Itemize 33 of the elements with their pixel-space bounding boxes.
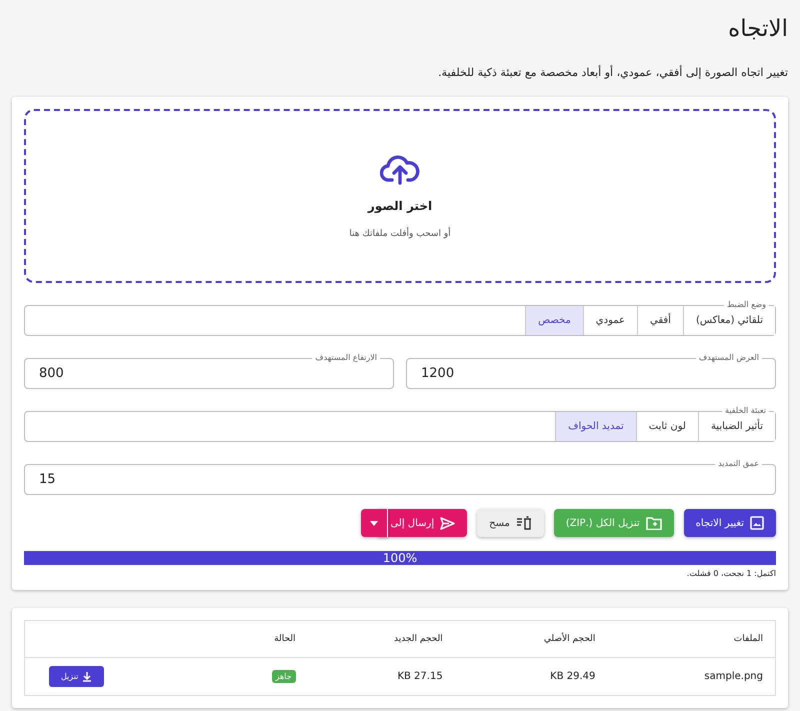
result-summary: اكتمل: 1 نجحت، 0 فشلت. [686,569,776,578]
image-icon [750,516,764,530]
segment-option[interactable]: تمديد الحواف [555,412,636,441]
clear-list-icon [516,516,532,530]
folder-icon [646,516,662,530]
action-button[interactable]: مسح [477,509,544,537]
segment-option[interactable]: مخصص [525,306,583,335]
table-cell: sample.png [607,658,776,696]
status-badge: جاهز [272,670,296,683]
cloud-upload-icon [380,153,420,185]
action-button[interactable]: تغيير الاتجاه [684,509,776,537]
page-title: الاتجاه [727,15,788,42]
progress-reading: 100% [382,551,418,565]
field-label: العرض المستهدف [696,352,762,364]
field-label: وضع الضبط [724,299,769,311]
field-label: تعبئة الخلفية [722,405,769,417]
field-label: الارتفاع المستهدف [312,352,380,364]
field-label: عمق التمديد [715,458,762,470]
column-header: الحجم الأصلي [454,620,608,658]
caret-icon [370,520,378,526]
table-cell: 27.15 KB [308,658,455,696]
download-icon [82,672,92,682]
dropdown-button[interactable] [361,509,388,537]
table-cell: 29.49 KB [454,658,608,696]
column-header: الملفات [607,620,776,658]
drop-zone[interactable]: اختر الصور أو اسحب وأفلت ملفاتك هنا [24,109,776,283]
page-description: تغيير اتجاه الصورة إلى أفقي، عمودي، أو أبعاد مخصصة مع تعبئة ذكية للخلفية. [437,66,788,79]
dropzone-hint: أو اسحب وأفلت ملفاتك هنا [349,229,451,239]
download-button[interactable]: تنزيل [49,666,104,687]
dropzone-title: اختر الصور [368,199,432,213]
column-header: الحجم الجديد [308,620,455,658]
column-header: الحالة [210,620,308,658]
send-icon [440,516,456,530]
